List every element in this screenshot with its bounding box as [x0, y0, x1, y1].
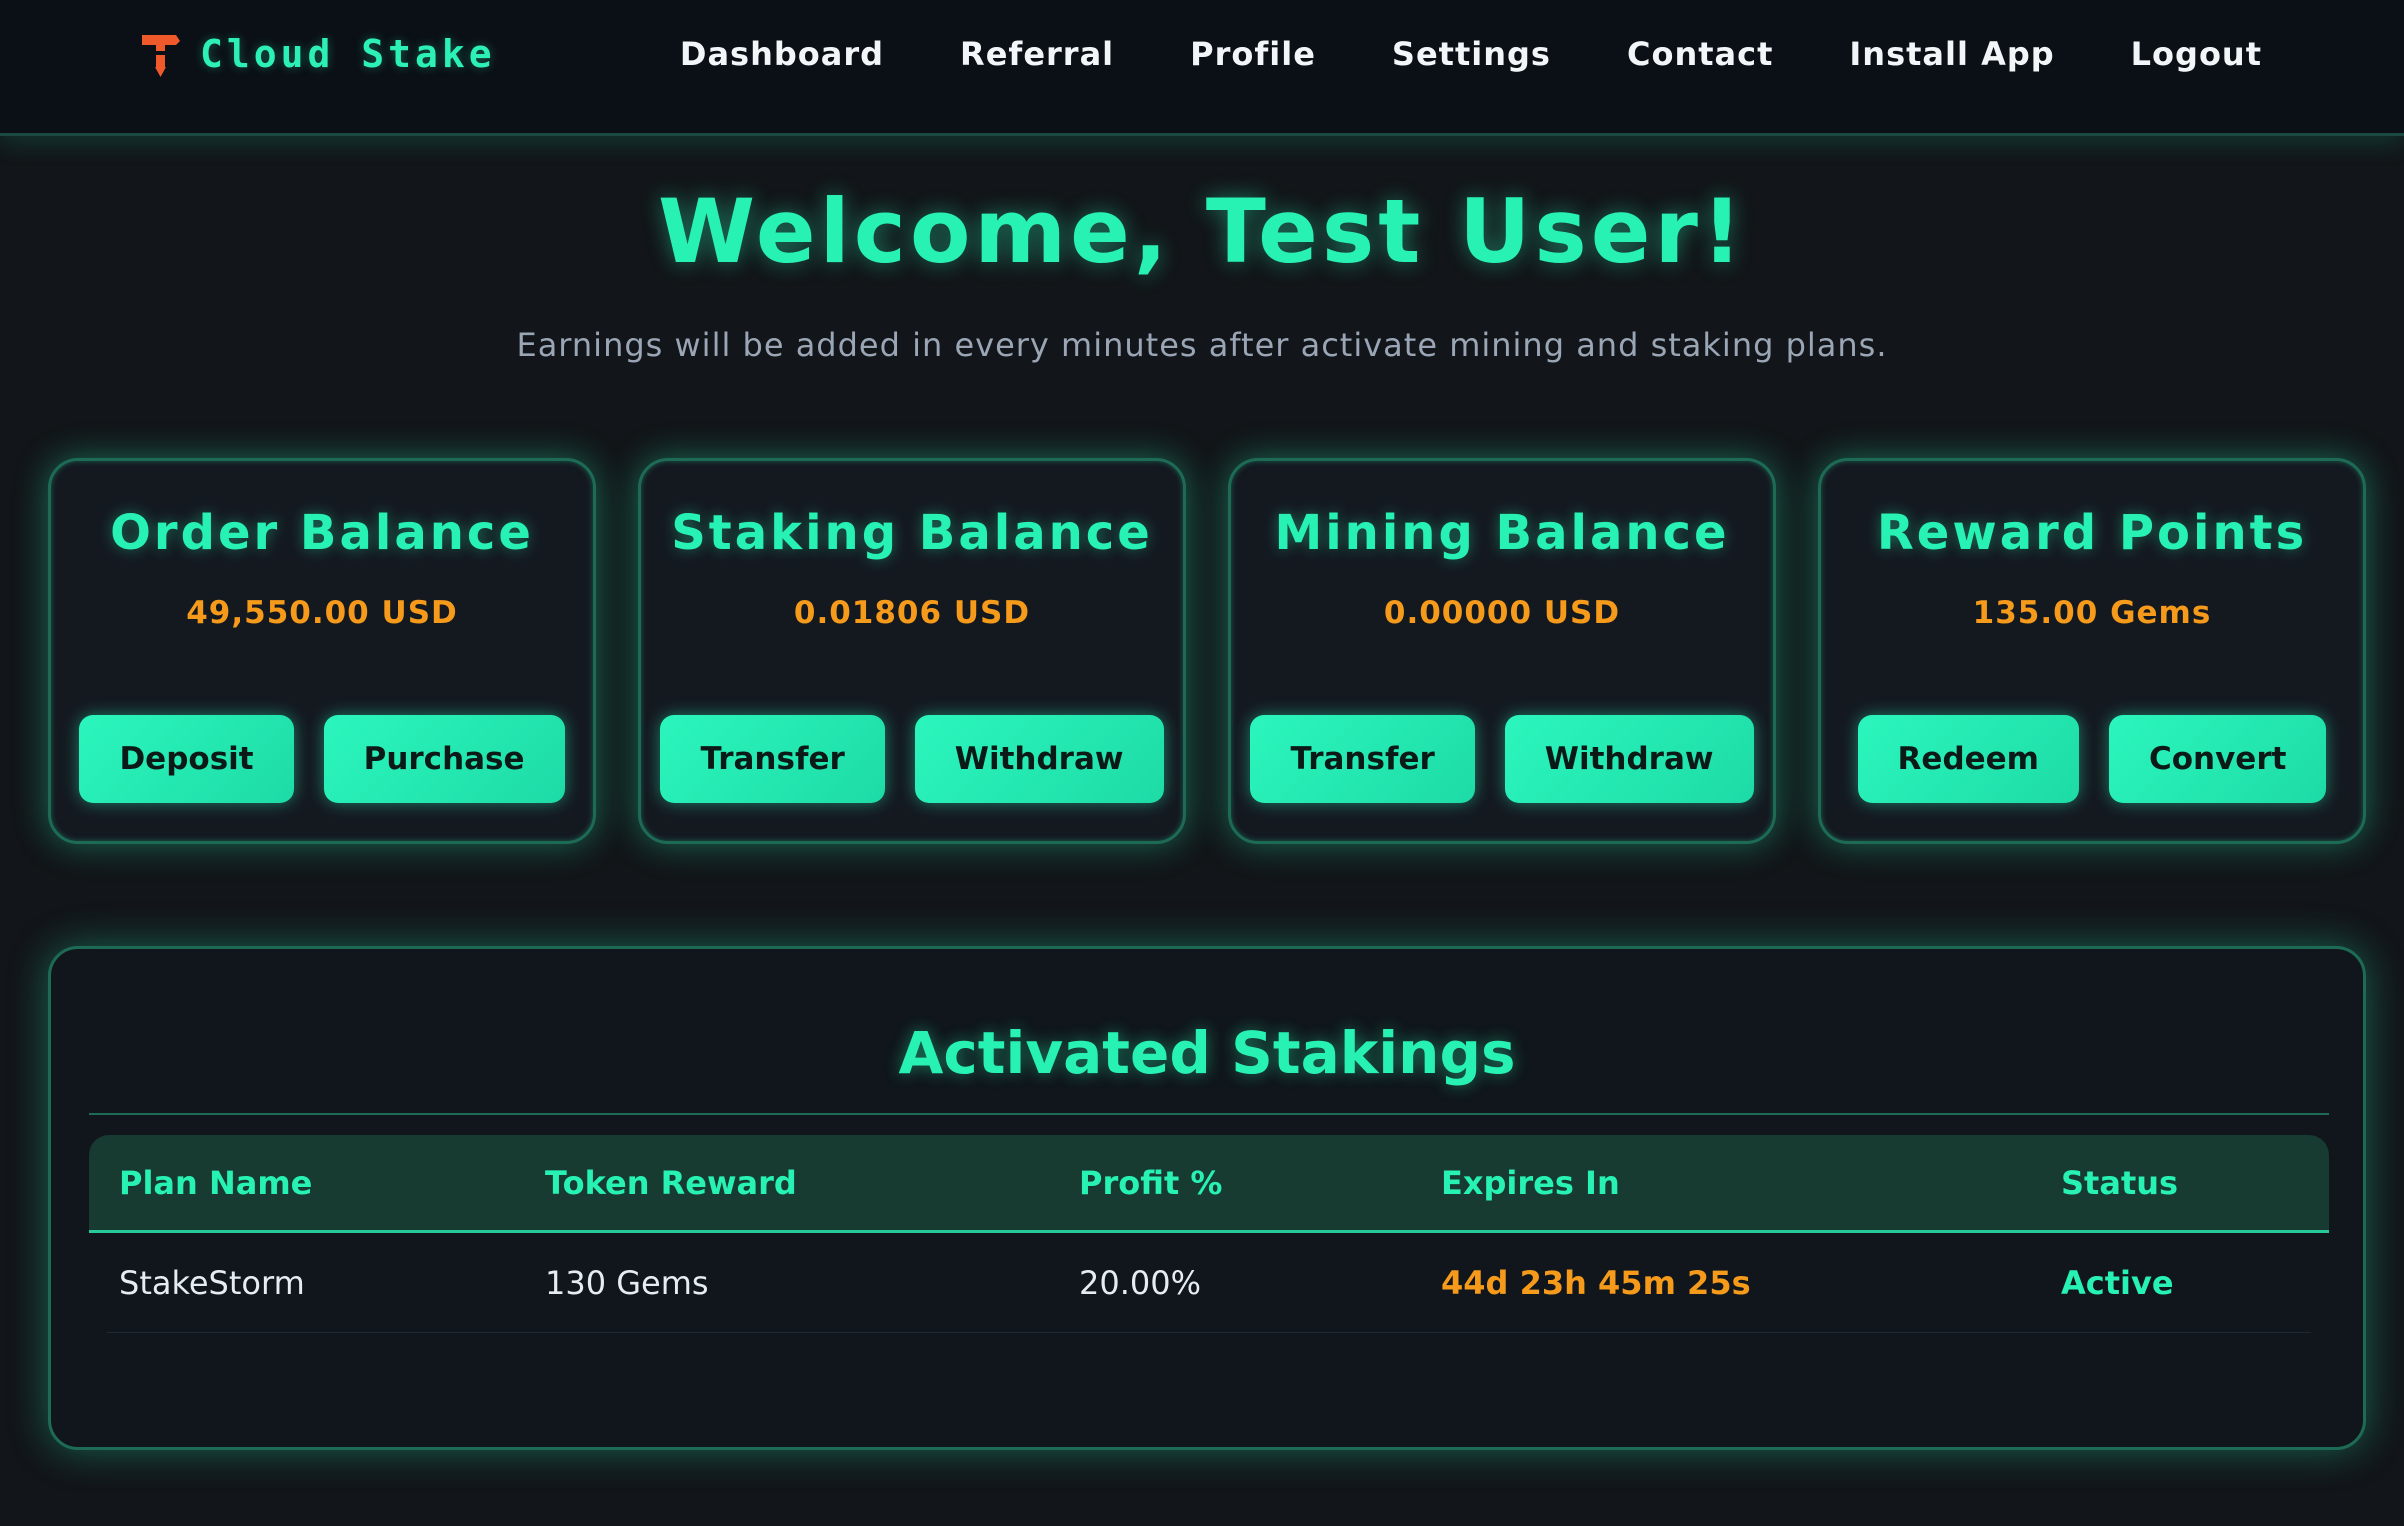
column-header: Plan Name: [119, 1163, 313, 1202]
column-header: Profit %: [1079, 1163, 1223, 1202]
purchase-button[interactable]: Purchase: [323, 715, 565, 803]
column-header: Token Reward: [545, 1163, 797, 1202]
mining-withdraw-button[interactable]: Withdraw: [1504, 715, 1754, 803]
card-value: 0.01806 USD: [793, 595, 1031, 631]
column-header: Status: [2061, 1163, 2179, 1202]
staking-balance-card: Staking Balance 0.01806 USD Transfer Wit…: [638, 458, 1186, 844]
column-header: Expires In: [1441, 1163, 1620, 1202]
balance-cards: Order Balance 49,550.00 USD Deposit Purc…: [48, 458, 2366, 844]
card-actions: Transfer Withdraw: [641, 715, 1183, 803]
nav-dashboard[interactable]: Dashboard: [680, 35, 884, 73]
reward-points-card: Reward Points 135.00 Gems Redeem Convert: [1818, 458, 2366, 844]
nav-links: Dashboard Referral Profile Settings Cont…: [680, 30, 2262, 78]
panel-title: Activated Stakings: [898, 1019, 1516, 1087]
card-title: Mining Balance: [1274, 505, 1730, 561]
mining-transfer-button[interactable]: Transfer: [1250, 715, 1475, 803]
nav-contact[interactable]: Contact: [1627, 35, 1773, 73]
card-title: Reward Points: [1876, 505, 2308, 561]
card-value: 0.00000 USD: [1383, 595, 1621, 631]
mining-balance-card: Mining Balance 0.00000 USD Transfer With…: [1228, 458, 1776, 844]
convert-button[interactable]: Convert: [2108, 715, 2327, 803]
nav-install-app[interactable]: Install App: [1849, 35, 2054, 73]
card-value: 49,550.00 USD: [186, 595, 458, 631]
redeem-button[interactable]: Redeem: [1857, 715, 2079, 803]
brand-logo[interactable]: Cloud Stake: [136, 30, 496, 78]
earnings-notice: Earnings will be added in every minutes …: [516, 326, 1888, 364]
card-title: Staking Balance: [671, 505, 1153, 561]
nav-settings[interactable]: Settings: [1392, 35, 1551, 73]
welcome-heading: Welcome, Test User!: [658, 180, 1746, 283]
divider: [89, 1113, 2329, 1115]
staking-transfer-button[interactable]: Transfer: [660, 715, 885, 803]
status-badge: Active: [2061, 1263, 2174, 1302]
brand-name: Cloud Stake: [200, 32, 496, 76]
table-header: Plan Name Token Reward Profit % Expires …: [89, 1135, 2329, 1233]
top-navbar: Cloud Stake Dashboard Referral Profile S…: [0, 0, 2404, 136]
activated-stakings-panel: Activated Stakings Plan Name Token Rewar…: [48, 946, 2366, 1450]
nav-referral[interactable]: Referral: [960, 35, 1114, 73]
staking-withdraw-button[interactable]: Withdraw: [914, 715, 1164, 803]
token-reward-cell: 130 Gems: [545, 1263, 709, 1302]
card-actions: Deposit Purchase: [51, 715, 593, 803]
miner-hammer-icon: [142, 35, 180, 77]
nav-logout[interactable]: Logout: [2131, 35, 2262, 73]
card-value: 135.00 Gems: [1972, 595, 2212, 631]
plan-name-cell: StakeStorm: [119, 1263, 305, 1302]
card-actions: Redeem Convert: [1821, 715, 2363, 803]
stakings-table: Plan Name Token Reward Profit % Expires …: [89, 1135, 2329, 1333]
card-title: Order Balance: [110, 505, 534, 561]
nav-profile[interactable]: Profile: [1190, 35, 1316, 73]
table-row: StakeStorm 130 Gems 20.00% 44d 23h 45m 2…: [107, 1233, 2311, 1333]
deposit-button[interactable]: Deposit: [79, 715, 294, 803]
card-actions: Transfer Withdraw: [1231, 715, 1773, 803]
profit-cell: 20.00%: [1079, 1263, 1202, 1302]
order-balance-card: Order Balance 49,550.00 USD Deposit Purc…: [48, 458, 596, 844]
expires-in-cell: 44d 23h 45m 25s: [1441, 1263, 1751, 1302]
